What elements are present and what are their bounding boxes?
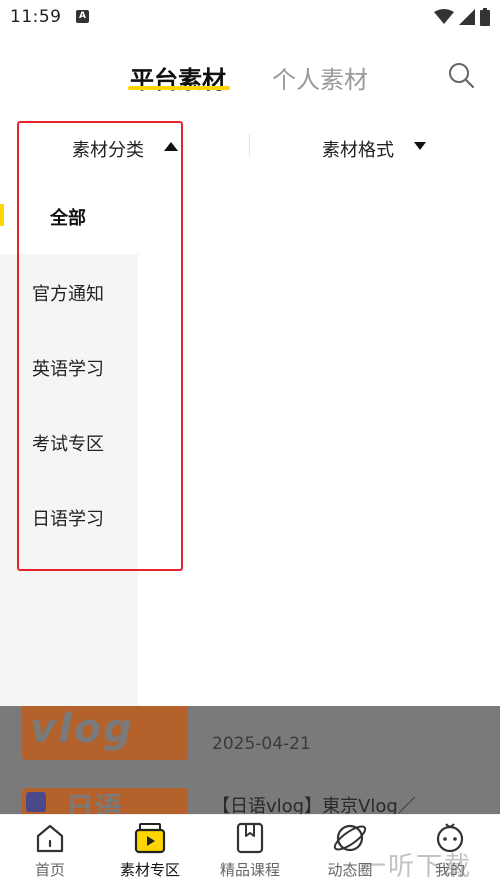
- category-item-all[interactable]: 全部: [50, 204, 86, 230]
- active-tab-indicator: [128, 86, 230, 90]
- watermark: 一听下载: [360, 852, 473, 882]
- filter-divider: [249, 134, 250, 156]
- status-icons: [434, 8, 490, 26]
- filter-row: 素材分类 素材格式: [0, 118, 500, 174]
- list-item-title[interactable]: 【日语vlog】東京Vlog／: [212, 792, 416, 814]
- material-list: vlog 2025-04-21 日语 【日语vlog】東京Vlog／: [0, 706, 500, 814]
- nav-label: 精品课程: [219, 861, 280, 879]
- notification-icon: A: [76, 10, 89, 23]
- category-filter-button[interactable]: 素材分类: [72, 136, 144, 162]
- thumbnail-text: 日语: [66, 791, 123, 814]
- caret-up-icon: [164, 142, 178, 151]
- material-icon: [134, 823, 166, 854]
- category-item-english[interactable]: 英语学习: [32, 355, 104, 381]
- category-item-japanese[interactable]: 日语学习: [32, 505, 104, 531]
- selected-indicator: [0, 204, 4, 226]
- status-time: 11:59: [10, 7, 62, 27]
- category-item-exam[interactable]: 考试专区: [32, 430, 104, 456]
- thumbnail-text: vlog: [30, 706, 134, 752]
- top-tabs: 平台素材 个人素材: [0, 34, 500, 114]
- format-filter-button[interactable]: 素材格式: [322, 136, 394, 162]
- bookmark-icon: [236, 822, 264, 854]
- nav-home[interactable]: 首页: [0, 821, 100, 880]
- tab-personal-materials[interactable]: 个人素材: [272, 60, 368, 95]
- list-item-date: 2025-04-21: [212, 734, 311, 754]
- search-icon[interactable]: [446, 60, 476, 90]
- category-dropdown: 全部 官方通知 英语学习 考试专区 日语学习: [0, 178, 500, 706]
- signal-icon: [459, 9, 475, 25]
- caret-down-icon: [414, 142, 426, 150]
- status-bar: 11:59 A: [0, 0, 500, 34]
- nav-label: 素材专区: [119, 861, 180, 879]
- nav-label: 首页: [34, 861, 65, 879]
- battery-icon: [480, 8, 490, 26]
- nav-materials[interactable]: 素材专区: [100, 821, 200, 880]
- video-icon: [26, 792, 46, 812]
- nav-courses[interactable]: 精品课程: [200, 821, 300, 880]
- wifi-icon: [434, 9, 454, 24]
- category-list-background: [0, 254, 138, 706]
- category-item-official[interactable]: 官方通知: [32, 280, 104, 306]
- home-icon: [36, 824, 64, 853]
